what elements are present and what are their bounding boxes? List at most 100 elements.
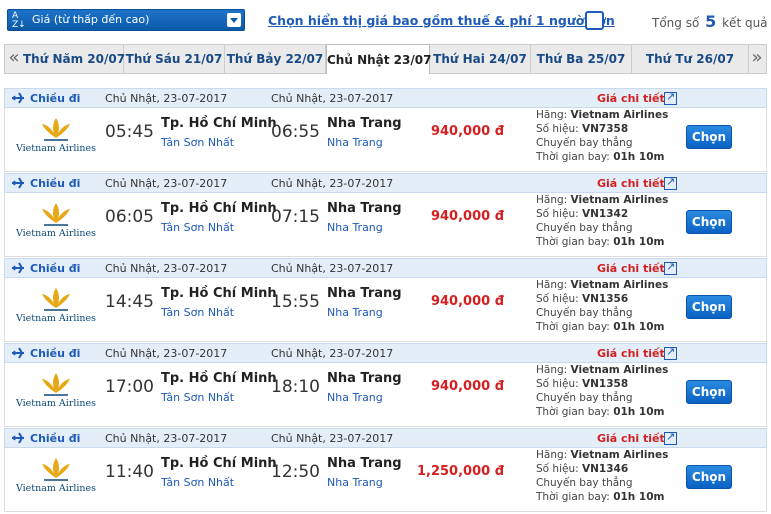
flight-number-label: Số hiệu:	[536, 208, 579, 220]
flight-info: Hãng: Vietnam Airlines Số hiệu: VN7358 C…	[536, 108, 668, 164]
flight-stops: Chuyến bay thẳng	[536, 477, 633, 489]
price-detail-link[interactable]: Giá chi tiết	[597, 432, 665, 445]
arrival-airport: Nha Trang	[327, 306, 383, 319]
tab-date-20-07[interactable]: Thứ Năm 20/07	[23, 45, 125, 73]
flight-info: Hãng: Vietnam Airlines Số hiệu: VN1346 C…	[536, 448, 668, 504]
airline-logo: Vietnam Airlines	[15, 286, 97, 328]
flight-header: Chiều đi Chủ Nhật, 23-07-2017 Chủ Nhật, …	[4, 88, 767, 108]
date-tabs: « Thứ Năm 20/07 Thứ Sáu 21/07 Thứ Bảy 22…	[4, 44, 767, 74]
duration-label: Thời gian bay:	[536, 236, 610, 248]
arrival-date: Chủ Nhật, 23-07-2017	[271, 92, 394, 105]
select-flight-button[interactable]: Chọn	[686, 465, 732, 489]
flight-duration: 01h 10m	[613, 151, 665, 163]
airline-brand: Vietnam Airlines	[15, 228, 97, 239]
airline-name: Vietnam Airlines	[570, 449, 669, 461]
tab-date-21-07[interactable]: Thứ Sáu 21/07	[124, 45, 225, 73]
toolbar: A Z↓ Giá (từ thấp đến cao) Chọn hiển thị …	[0, 0, 771, 42]
flight-direction: Chiều đi	[30, 262, 81, 275]
airline-label: Hãng:	[536, 279, 568, 291]
select-flight-button[interactable]: Chọn	[686, 210, 732, 234]
external-link-icon[interactable]	[664, 430, 677, 445]
plane-icon	[12, 92, 24, 104]
tab-date-22-07[interactable]: Thứ Bảy 22/07	[225, 45, 326, 73]
tab-date-23-07[interactable]: Chủ Nhật 23/07	[326, 44, 431, 74]
flight-price: 940,000 đ	[430, 294, 504, 309]
plane-icon	[12, 177, 24, 189]
tab-date-25-07[interactable]: Thứ Ba 25/07	[531, 45, 632, 73]
departure-time: 17:00	[105, 377, 154, 397]
external-link-icon[interactable]	[664, 90, 677, 105]
flight-price: 940,000 đ	[430, 209, 504, 224]
flight-number: VN1358	[582, 378, 629, 390]
result-count-suffix: kết quả	[722, 16, 768, 30]
flight-direction: Chiều đi	[30, 347, 81, 360]
arrival-city: Nha Trang	[327, 116, 402, 131]
airline-name: Vietnam Airlines	[570, 279, 669, 291]
prev-dates-button[interactable]: «	[5, 45, 23, 73]
flight-body: Vietnam Airlines 06:05 Tp. Hồ Chí Minh T…	[4, 193, 767, 257]
duration-label: Thời gian bay:	[536, 321, 610, 333]
arrival-date: Chủ Nhật, 23-07-2017	[271, 432, 394, 445]
arrival-airport: Nha Trang	[327, 391, 383, 404]
departure-airport: Tân Sơn Nhất	[161, 221, 235, 234]
flight-number-label: Số hiệu:	[536, 293, 579, 305]
price-detail-link[interactable]: Giá chi tiết	[597, 92, 665, 105]
flight-header: Chiều đi Chủ Nhật, 23-07-2017 Chủ Nhật, …	[4, 428, 767, 448]
departure-time: 11:40	[105, 462, 154, 482]
flight-duration: 01h 10m	[613, 321, 665, 333]
result-count-number: 5	[705, 12, 717, 31]
arrival-time: 07:15	[271, 207, 320, 227]
flight-body: Vietnam Airlines 05:45 Tp. Hồ Chí Minh T…	[4, 108, 767, 172]
flight-stops: Chuyến bay thẳng	[536, 137, 633, 149]
airline-name: Vietnam Airlines	[570, 109, 669, 121]
airline-label: Hãng:	[536, 109, 568, 121]
external-link-icon[interactable]	[664, 175, 677, 190]
arrival-time: 12:50	[271, 462, 320, 482]
select-flight-button[interactable]: Chọn	[686, 380, 732, 404]
airline-brand: Vietnam Airlines	[15, 313, 97, 324]
external-link-icon[interactable]	[664, 345, 677, 360]
price-detail-link[interactable]: Giá chi tiết	[597, 177, 665, 190]
flight-direction: Chiều đi	[30, 177, 81, 190]
arrival-time: 18:10	[271, 377, 320, 397]
departure-airport: Tân Sơn Nhất	[161, 306, 235, 319]
airline-brand: Vietnam Airlines	[15, 483, 97, 494]
tax-toggle-link[interactable]: Chọn hiển thị giá bao gồm thuế & phí 1 n…	[268, 13, 615, 28]
departure-time: 06:05	[105, 207, 154, 227]
flight-number-label: Số hiệu:	[536, 463, 579, 475]
departure-airport: Tân Sơn Nhất	[161, 136, 235, 149]
next-dates-button[interactable]: »	[748, 45, 766, 73]
tab-date-26-07[interactable]: Thứ Tư 26/07	[632, 45, 749, 73]
lotus-icon	[42, 373, 70, 396]
tab-date-24-07[interactable]: Thứ Hai 24/07	[430, 45, 531, 73]
flight-card: Chiều đi Chủ Nhật, 23-07-2017 Chủ Nhật, …	[4, 428, 767, 512]
arrival-airport: Nha Trang	[327, 136, 383, 149]
flight-card: Chiều đi Chủ Nhật, 23-07-2017 Chủ Nhật, …	[4, 343, 767, 427]
plane-icon	[12, 262, 24, 274]
select-flight-button[interactable]: Chọn	[686, 295, 732, 319]
departure-date: Chủ Nhật, 23-07-2017	[105, 177, 228, 190]
airline-logo: Vietnam Airlines	[15, 456, 97, 498]
flight-number: VN1356	[582, 293, 629, 305]
airline-name: Vietnam Airlines	[570, 364, 669, 376]
select-flight-button[interactable]: Chọn	[686, 125, 732, 149]
flight-stops: Chuyến bay thẳng	[536, 222, 633, 234]
plane-icon	[12, 432, 24, 444]
departure-time: 05:45	[105, 122, 154, 142]
flight-card: Chiều đi Chủ Nhật, 23-07-2017 Chủ Nhật, …	[4, 258, 767, 342]
flight-info: Hãng: Vietnam Airlines Số hiệu: VN1358 C…	[536, 363, 668, 419]
airline-label: Hãng:	[536, 194, 568, 206]
tax-toggle-checkbox[interactable]	[585, 11, 604, 30]
flight-stops: Chuyến bay thẳng	[536, 307, 633, 319]
airline-label: Hãng:	[536, 449, 568, 461]
lotus-icon	[42, 458, 70, 481]
arrival-airport: Nha Trang	[327, 476, 383, 489]
external-link-icon[interactable]	[664, 260, 677, 275]
flight-header: Chiều đi Chủ Nhật, 23-07-2017 Chủ Nhật, …	[4, 343, 767, 363]
sort-select[interactable]: A Z↓ Giá (từ thấp đến cao)	[7, 9, 245, 31]
flight-info: Hãng: Vietnam Airlines Số hiệu: VN1342 C…	[536, 193, 668, 249]
price-detail-link[interactable]: Giá chi tiết	[597, 262, 665, 275]
flight-stops: Chuyến bay thẳng	[536, 392, 633, 404]
sort-az-icon: A Z↓	[12, 11, 26, 30]
price-detail-link[interactable]: Giá chi tiết	[597, 347, 665, 360]
